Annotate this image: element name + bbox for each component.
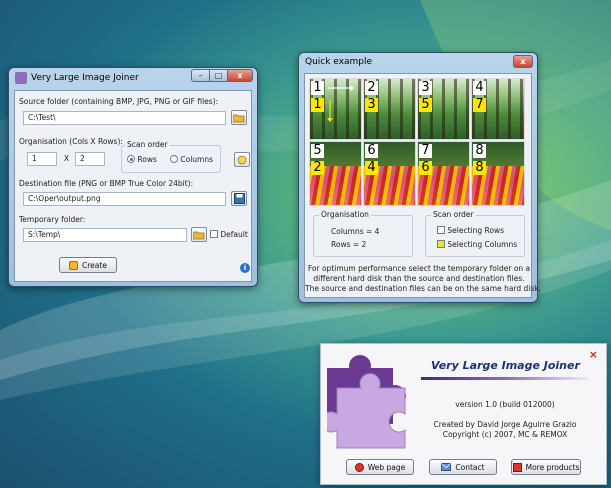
create-icon <box>69 260 79 270</box>
selecting-rows-legend: Selecting Rows <box>437 226 504 235</box>
columns-text: Columns = 4 <box>331 227 380 236</box>
about-version: version 1.0 (build 012000) <box>455 400 555 409</box>
web-page-button[interactable]: Web page <box>346 459 414 475</box>
quick-window-title: Quick example <box>305 57 373 67</box>
source-folder-label: Source folder (containing BMP, JPG, PNG … <box>19 97 219 106</box>
browse-temp-button[interactable] <box>191 227 207 242</box>
column-order-number: 3 <box>365 98 378 112</box>
puzzle-piece-logo-icon <box>327 355 406 449</box>
default-checkbox[interactable]: Default <box>210 230 248 239</box>
maximize-button[interactable]: □ <box>209 69 227 82</box>
main-titlebar[interactable]: Very Large Image Joiner – □ x <box>9 68 257 88</box>
main-window-title: Very Large Image Joiner <box>31 73 139 83</box>
row-order-number: 5 <box>311 144 324 158</box>
globe-icon <box>354 462 364 472</box>
scan-rows-label: Rows <box>137 155 157 164</box>
performance-note-3: The source and destination files can be … <box>305 284 542 293</box>
folder-icon <box>193 231 205 239</box>
scan-order-title: Scan order <box>125 140 170 149</box>
row-order-number: 4 <box>473 81 486 95</box>
minimize-button[interactable]: – <box>191 69 209 82</box>
selecting-columns-text: Selecting Columns <box>447 240 518 249</box>
about-title: Very Large Image Joiner <box>431 359 580 372</box>
destination-label: Destination file (PNG or BMP True Color … <box>19 179 194 188</box>
about-title-underline <box>421 377 589 380</box>
default-checkbox-box[interactable] <box>210 230 218 238</box>
column-direction-arrow-icon <box>327 100 333 122</box>
column-order-number: 7 <box>473 98 486 112</box>
row-order-number: 2 <box>365 81 378 95</box>
row-order-number: 1 <box>311 81 324 95</box>
row-order-number: 7 <box>419 144 432 158</box>
selecting-rows-text: Selecting Rows <box>447 226 505 235</box>
column-order-number: 6 <box>419 161 432 175</box>
info-icon[interactable]: i <box>240 263 250 273</box>
scan-rows-radio[interactable]: Rows <box>127 155 157 164</box>
row-order-number: 8 <box>473 144 486 158</box>
window-controls: – □ x <box>191 69 253 82</box>
scan-columns-label: Columns <box>180 155 214 164</box>
quick-scan-order-title: Scan order <box>431 210 476 219</box>
about-close-button[interactable]: × <box>589 348 598 361</box>
source-folder-input[interactable]: C:\Test\ <box>23 111 226 125</box>
radio-columns-indicator[interactable] <box>170 155 178 163</box>
column-order-number: 1 <box>311 98 324 112</box>
performance-note-2: different hard disk than the source and … <box>313 274 525 283</box>
quick-example-window: Quick example x 1 2 3 4 5 6 7 8 1 3 5 7 … <box>298 52 542 303</box>
products-icon <box>512 462 522 472</box>
column-order-number: 2 <box>311 161 324 175</box>
organisation-title: Organisation <box>319 210 371 219</box>
contact-label: Contact <box>455 462 485 472</box>
main-window: Very Large Image Joiner – □ x Source fol… <box>8 67 258 287</box>
create-label: Create <box>82 260 107 270</box>
cols-input[interactable]: 1 <box>27 152 57 166</box>
more-products-label: More products <box>525 462 580 472</box>
selecting-columns-legend: Selecting Columns <box>437 240 517 249</box>
temp-folder-input[interactable]: S:\Temp\ <box>23 228 187 242</box>
quick-window-controls: x <box>513 55 533 68</box>
main-client-area: Source folder (containing BMP, JPG, PNG … <box>14 90 252 282</box>
destination-input[interactable]: C:\Oper\output.png <box>23 192 226 206</box>
quick-titlebar[interactable]: Quick example x <box>299 53 537 71</box>
web-page-label: Web page <box>367 462 406 472</box>
quick-scan-order-group <box>425 215 525 257</box>
organisation-label: Organisation (Cols X Rows): <box>19 137 123 146</box>
radio-rows-indicator[interactable] <box>127 155 135 163</box>
organisation-group <box>313 215 413 257</box>
row-direction-arrow-icon <box>328 85 354 91</box>
white-legend-box <box>437 226 445 234</box>
help-button[interactable] <box>234 152 250 167</box>
quick-close-button[interactable]: x <box>513 55 533 68</box>
row-order-number: 6 <box>365 144 378 158</box>
about-created-by: Created by David Jorge Aguirre Grazio <box>433 420 577 429</box>
yellow-legend-box <box>437 240 445 248</box>
scan-columns-radio[interactable]: Columns <box>170 155 213 164</box>
puzzle-app-icon <box>15 72 27 84</box>
temp-folder-label: Temporary folder: <box>19 215 86 224</box>
default-label: Default <box>220 230 248 239</box>
folder-icon <box>233 114 245 122</box>
save-destination-button[interactable] <box>231 191 247 206</box>
mail-icon <box>441 463 452 471</box>
rows-text: Rows = 2 <box>331 240 367 249</box>
rows-input[interactable]: 2 <box>75 152 105 166</box>
contact-button[interactable]: Contact <box>429 459 497 475</box>
performance-note-1: For optimum performance select the tempo… <box>307 264 531 273</box>
more-products-button[interactable]: More products <box>511 459 581 475</box>
quick-client-area: 1 2 3 4 5 6 7 8 1 3 5 7 2 4 6 8 Organisa… <box>304 73 542 298</box>
about-copyright: Copyright (c) 2007, MC & REMOX <box>442 430 568 439</box>
close-button[interactable]: x <box>227 69 253 82</box>
column-order-number: 8 <box>473 161 486 175</box>
create-button[interactable]: Create <box>59 257 117 273</box>
column-order-number: 4 <box>365 161 378 175</box>
browse-source-button[interactable] <box>231 110 247 125</box>
column-order-number: 5 <box>419 98 432 112</box>
example-image-grid: 1 2 3 4 5 6 7 8 1 3 5 7 2 4 6 8 <box>309 78 525 206</box>
floppy-disk-icon <box>233 193 245 204</box>
about-dialog: × Very Large Image Joiner version 1.0 (b… <box>320 343 607 485</box>
cols-rows-separator: X <box>64 154 70 163</box>
row-order-number: 3 <box>419 81 432 95</box>
help-icon <box>237 155 247 164</box>
